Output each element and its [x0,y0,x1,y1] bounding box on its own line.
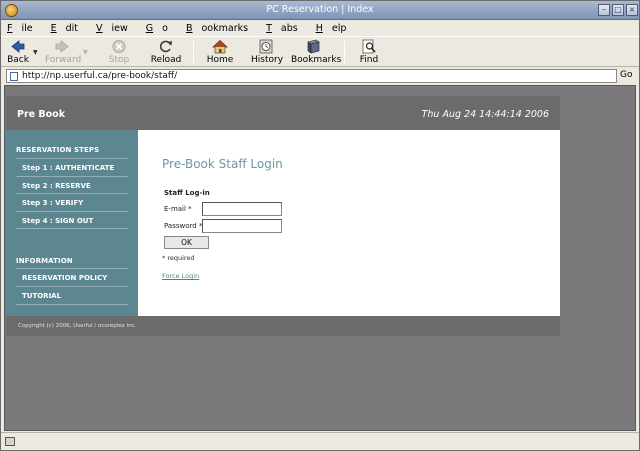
back-arrow-icon [10,39,26,54]
site-date: Thu Aug 24 14:44:14 2006 [421,109,549,120]
url-text: http://np.userful.ca/pre-book/staff/ [22,71,178,81]
find-magnifier-icon [361,39,377,54]
menu-view[interactable]: View [96,23,137,34]
forward-arrow-icon [54,39,70,54]
url-input[interactable]: http://np.userful.ca/pre-book/staff/ [6,69,617,83]
sidebar-step-sign-out[interactable]: Step 4 : SIGN OUT [22,217,93,225]
information-heading: INFORMATION [16,257,73,265]
site-container: Pre Book Thu Aug 24 14:44:14 2006 RESERV… [6,96,560,336]
menu-help[interactable]: Help [316,23,356,34]
sidebar-divider [16,268,128,269]
email-label: E-mail * [164,205,192,213]
forward-button[interactable]: Forward [45,39,81,65]
bookmarks-book-icon [305,39,321,54]
login-panel: Pre-Book Staff Login Staff Log-in E-mail… [138,130,560,316]
home-icon [212,39,228,54]
password-label: Password * [164,222,203,230]
sidebar-reservation-policy[interactable]: RESERVATION POLICY [22,274,107,282]
status-bar [1,432,639,450]
go-button[interactable]: Go [620,70,632,80]
site-sidebar: RESERVATION STEPS Step 1 : AUTHENTICATE … [6,130,138,316]
site-footer: Copyright (c) 2006, Userful / ocoreplex … [6,316,560,336]
window-title: PC Reservation | Index [266,4,374,15]
forward-history-dropdown-icon[interactable]: ▼ [83,49,88,56]
sidebar-step-reserve[interactable]: Step 2 : RESERVE [22,182,91,190]
reload-icon [158,39,174,54]
bookmarks-button[interactable]: Bookmarks [291,39,341,65]
sidebar-divider [16,158,128,159]
sidebar-divider [16,193,128,194]
password-field[interactable] [202,219,282,233]
sidebar-step-verify[interactable]: Step 3 : VERIFY [22,199,83,207]
menu-tabs[interactable]: Tabs [266,23,307,34]
force-login-link[interactable]: Force Login [162,272,199,280]
back-history-dropdown-icon[interactable]: ▼ [33,49,38,56]
email-field[interactable] [202,202,282,216]
history-button[interactable]: History [251,39,283,65]
reservation-steps-heading: RESERVATION STEPS [16,146,100,154]
sidebar-divider [16,228,128,229]
history-clock-icon [258,39,274,54]
close-icon[interactable]: × [626,4,638,16]
browser-window: PC Reservation | Index – □ × File Edit V… [0,0,640,451]
sidebar-tutorial[interactable]: TUTORIAL [22,292,61,300]
sidebar-step-authenticate[interactable]: Step 1 : AUTHENTICATE [22,164,114,172]
ok-button[interactable]: OK [164,236,209,249]
reload-button[interactable]: Reload [150,39,182,65]
home-button[interactable]: Home [206,39,234,65]
menu-file[interactable]: File [7,23,42,34]
find-button[interactable]: Find [358,39,380,65]
sidebar-divider [16,286,128,287]
menu-bookmarks[interactable]: Bookmarks [186,23,257,34]
menu-go[interactable]: Go [146,23,177,34]
site-header: Pre Book Thu Aug 24 14:44:14 2006 [6,96,560,130]
stop-icon [111,39,127,54]
toolbar-separator [344,41,345,63]
form-heading: Staff Log-in [164,189,210,197]
security-status-icon[interactable] [5,437,15,446]
sidebar-divider [16,211,128,212]
menu-bar: File Edit View Go Bookmarks Tabs Help [1,20,639,36]
page-title: Pre-Book Staff Login [162,157,283,171]
copyright-text: Copyright (c) 2006, Userful / ocoreplex … [18,323,137,329]
page-viewport[interactable]: Pre Book Thu Aug 24 14:44:14 2006 RESERV… [4,85,636,431]
stop-button[interactable]: Stop [107,39,131,65]
sidebar-divider [16,176,128,177]
site-brand: Pre Book [17,109,66,120]
required-note: * required [162,254,195,262]
navigation-toolbar: Back ▼ Forward ▼ Stop Reload Home Histor… [1,36,639,67]
minimize-icon[interactable]: – [598,4,610,16]
toolbar-separator [193,41,194,63]
sidebar-divider [16,304,128,305]
maximize-icon[interactable]: □ [612,4,624,16]
location-bar: http://np.userful.ca/pre-book/staff/ Go [1,68,639,84]
page-icon [10,72,18,81]
back-button[interactable]: Back [7,39,29,65]
title-bar[interactable]: PC Reservation | Index – □ × [1,1,639,20]
menu-edit[interactable]: Edit [51,23,87,34]
